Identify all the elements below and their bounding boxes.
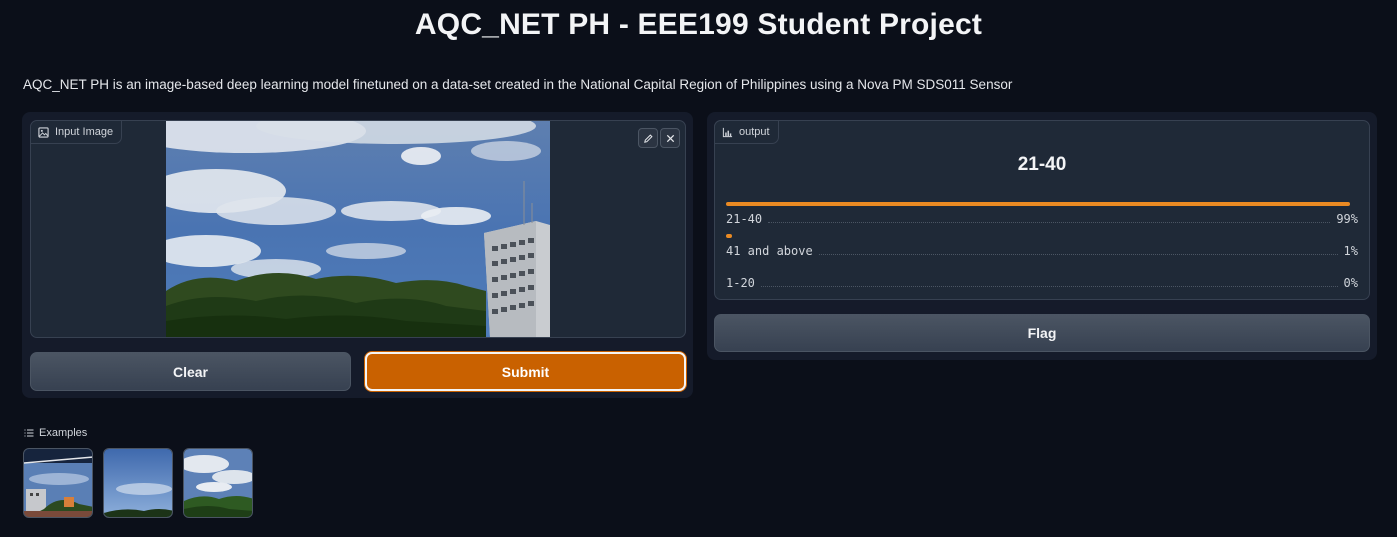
top-prediction-label: 21-40 [1017,154,1067,175]
input-image-block[interactable]: Input Image [30,120,686,338]
confidence-row: 41 and above 1% [726,242,1358,258]
confidence-row: 21-40 99% [726,210,1358,226]
input-image-label: Input Image [31,121,123,144]
example-thumbnail[interactable] [103,448,173,518]
page-title: AQC_NET PH - EEE199 Student Project [414,8,983,41]
dotted-leader [818,254,1338,255]
input-image-preview [166,121,550,337]
clear-button[interactable]: Clear [30,352,351,391]
example-thumbnail[interactable] [23,448,93,518]
output-label: output [714,120,779,144]
dotted-leader [760,286,1338,287]
clear-image-button[interactable] [660,128,680,148]
image-icon [38,126,49,138]
example-thumbnail[interactable] [183,448,253,518]
confidence-bar [726,202,1350,206]
confidence-label: 21-40 [726,212,763,226]
example-image-3 [184,449,252,517]
flag-button[interactable]: Flag [714,314,1370,352]
confidence-percent: 99% [1336,212,1358,226]
edit-image-button[interactable] [638,128,658,148]
confidence-percent: 0% [1343,276,1358,290]
confidence-bar [726,234,732,238]
submit-button[interactable]: Submit [365,352,686,391]
confidence-percent: 1% [1343,244,1358,258]
confidence-label: 1-20 [726,276,755,290]
example-image-2 [104,449,172,517]
page-description: AQC_NET PH is an image-based deep learni… [23,77,1013,92]
examples-label: Examples [24,427,87,439]
list-icon [24,429,34,437]
pencil-icon [643,133,653,143]
close-icon [666,134,674,142]
example-image-1 [24,449,92,517]
confidence-label: 41 and above [726,244,813,258]
bar-chart-icon [722,127,733,137]
confidence-row: 1-20 0% [726,274,1358,290]
dotted-leader [768,222,1331,223]
